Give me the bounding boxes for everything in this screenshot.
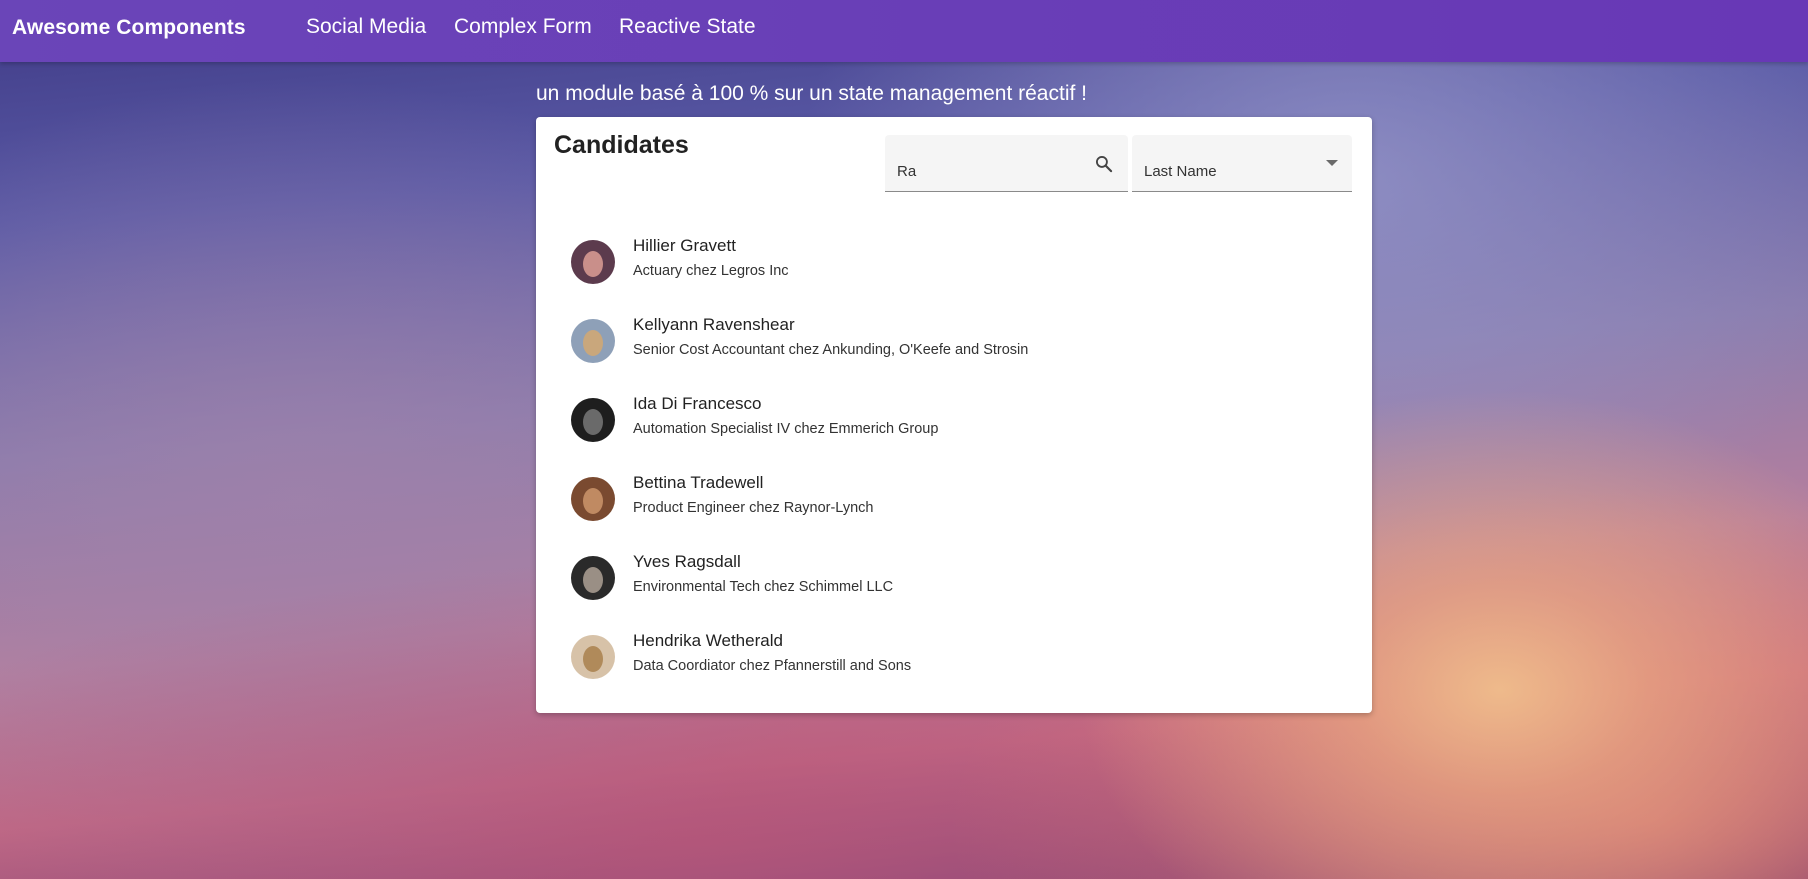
page-subtitle: un module basé à 100 % sur un state mana… (536, 82, 1087, 105)
candidate-description: Environmental Tech chez Schimmel LLC (633, 579, 894, 595)
candidate-description: Product Engineer chez Raynor-Lynch (633, 500, 874, 516)
top-toolbar: Awesome Components Social Media Complex … (0, 0, 1808, 62)
avatar (571, 240, 615, 284)
sort-select-value[interactable]: Last Name (1144, 163, 1217, 180)
chevron-down-icon[interactable] (1326, 160, 1338, 166)
list-item[interactable]: Kellyann Ravenshear Senior Cost Accounta… (536, 300, 1372, 379)
search-input-value[interactable]: Ra (897, 163, 916, 180)
list-item[interactable]: Hendrika Wetherald Data Coordiator chez … (536, 616, 1372, 695)
list-item[interactable]: Ida Di Francesco Automation Specialist I… (536, 379, 1372, 458)
sort-select[interactable]: Last Name (1132, 135, 1352, 192)
candidate-name: Bettina Tradewell (633, 473, 764, 492)
candidate-description: Actuary chez Legros Inc (633, 263, 789, 279)
candidate-list: Hillier Gravett Actuary chez Legros Inc … (536, 221, 1372, 695)
avatar (571, 556, 615, 600)
candidate-name: Yves Ragsdall (633, 552, 741, 571)
candidate-description: Automation Specialist IV chez Emmerich G… (633, 421, 939, 437)
avatar (571, 319, 615, 363)
app-brand[interactable]: Awesome Components (12, 16, 246, 40)
search-input[interactable]: Ra (885, 135, 1128, 192)
nav-link-complex-form[interactable]: Complex Form (454, 15, 592, 39)
list-item[interactable]: Yves Ragsdall Environmental Tech chez Sc… (536, 537, 1372, 616)
avatar (571, 398, 615, 442)
list-item[interactable]: Hillier Gravett Actuary chez Legros Inc (536, 221, 1372, 300)
avatar (571, 635, 615, 679)
candidate-description: Data Coordiator chez Pfannerstill and So… (633, 658, 912, 674)
nav-link-reactive-state[interactable]: Reactive State (619, 15, 756, 39)
candidate-name: Ida Di Francesco (633, 394, 762, 413)
candidate-name: Hendrika Wetherald (633, 631, 783, 650)
search-icon[interactable] (1094, 154, 1114, 174)
candidate-name: Kellyann Ravenshear (633, 315, 795, 334)
card-title: Candidates (554, 131, 689, 159)
nav-link-social-media[interactable]: Social Media (306, 15, 426, 39)
candidate-name: Hillier Gravett (633, 236, 736, 255)
list-item[interactable]: Bettina Tradewell Product Engineer chez … (536, 458, 1372, 537)
candidates-card: Candidates Ra Last Name Hillier Gravett … (536, 117, 1372, 713)
avatar (571, 477, 615, 521)
candidate-description: Senior Cost Accountant chez Ankunding, O… (633, 342, 1029, 358)
